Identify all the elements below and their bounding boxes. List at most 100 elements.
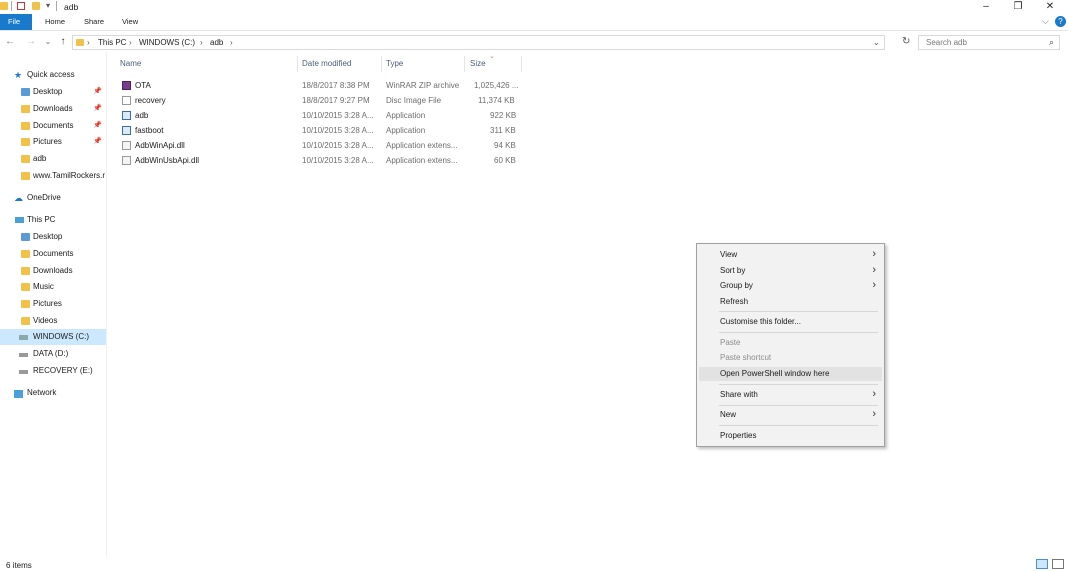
chevron-right-icon: › (872, 248, 876, 260)
menu-item-share-with[interactable]: Share with › (699, 388, 882, 402)
drive-icon (19, 335, 28, 340)
up-icon[interactable]: ↑ (57, 36, 69, 47)
sidebar-item-network[interactable]: Network (0, 385, 106, 401)
new-folder-quick-icon[interactable] (32, 2, 40, 10)
pane-splitter[interactable] (106, 52, 107, 557)
divider (56, 1, 57, 11)
column-header-date[interactable]: Date modified (302, 59, 351, 68)
breadcrumb-this-pc[interactable]: This PC (98, 38, 126, 47)
search-input[interactable]: Search adb ⌕ (918, 35, 1060, 50)
search-icon[interactable]: ⌕ (1049, 37, 1054, 48)
chevron-right-icon[interactable]: › (129, 38, 132, 47)
menu-item-label: Group by (720, 281, 753, 290)
chevron-right-icon[interactable]: › (87, 38, 90, 47)
menu-item-paste[interactable]: Paste (699, 336, 882, 350)
sidebar-item-label: Downloads (33, 266, 73, 275)
chevron-right-icon[interactable]: › (200, 38, 203, 47)
divider (11, 1, 12, 11)
menu-item-open-powershell[interactable]: Open PowerShell window here (699, 367, 882, 381)
sidebar-item-data-d[interactable]: DATA (D:) (0, 346, 106, 362)
recent-locations-icon[interactable]: ⌄ (42, 37, 54, 46)
sidebar-item-pc-downloads[interactable]: Downloads (0, 263, 106, 279)
column-divider[interactable] (464, 56, 465, 72)
documents-icon (21, 122, 30, 130)
column-divider[interactable] (521, 56, 522, 72)
tab-share[interactable]: Share (76, 14, 112, 30)
sidebar-item-windows-c[interactable]: WINDOWS (C:) (0, 329, 106, 345)
file-type: Application (386, 126, 426, 135)
chevron-down-icon[interactable]: ⌄ (873, 38, 880, 47)
forward-icon[interactable]: → (25, 36, 37, 47)
sidebar-item-desktop[interactable]: Desktop 📌 (0, 84, 106, 100)
pin-icon[interactable]: 📌 (93, 134, 102, 150)
pin-icon[interactable]: 📌 (93, 101, 102, 117)
sidebar-item-adb[interactable]: adb (0, 151, 106, 167)
sidebar-item-onedrive[interactable]: ☁ OneDrive (0, 190, 106, 206)
menu-item-label: Share with (720, 390, 758, 399)
sidebar-item-label: Music (33, 282, 54, 291)
menu-item-customise-folder[interactable]: Customise this folder... (699, 315, 882, 329)
sidebar-item-pc-desktop[interactable]: Desktop (0, 229, 106, 245)
zip-archive-icon (122, 81, 131, 90)
restore-icon[interactable]: ❐ (1006, 0, 1030, 14)
tab-view[interactable]: View (114, 14, 146, 30)
table-row[interactable]: AdbWinApi.dll 10/10/2015 3:28 A... Appli… (116, 138, 526, 153)
address-bar[interactable]: › This PC › WINDOWS (C:) › adb › ⌄ (72, 35, 885, 50)
details-view-icon[interactable] (1036, 559, 1048, 569)
menu-item-sort-by[interactable]: Sort by › (699, 264, 882, 278)
sidebar-item-downloads[interactable]: Downloads 📌 (0, 101, 106, 117)
back-icon[interactable]: ← (4, 36, 16, 47)
breadcrumb-adb[interactable]: adb (210, 38, 223, 47)
sidebar-item-pc-documents[interactable]: Documents (0, 246, 106, 262)
table-row[interactable]: fastboot 10/10/2015 3:28 A... Applicatio… (116, 123, 526, 138)
menu-item-view[interactable]: View › (699, 248, 882, 262)
menu-item-refresh[interactable]: Refresh (699, 295, 882, 309)
folder-icon (76, 39, 84, 46)
minimize-icon[interactable]: – (974, 0, 998, 14)
column-header-name[interactable]: Name (120, 59, 141, 68)
file-size: 311 KB (490, 126, 516, 135)
column-header-type[interactable]: Type (386, 59, 403, 68)
large-icons-view-icon[interactable] (1052, 559, 1064, 569)
sidebar-item-music[interactable]: Music (0, 279, 106, 295)
sidebar-item-videos[interactable]: Videos (0, 313, 106, 329)
close-icon[interactable]: ✕ (1038, 0, 1062, 14)
table-row[interactable]: adb 10/10/2015 3:28 A... Application 922… (116, 108, 526, 123)
sidebar-item-label: Documents (33, 121, 74, 130)
table-row[interactable]: OTA 18/8/2017 8:38 PM WinRAR ZIP archive… (116, 78, 526, 93)
chevron-right-icon[interactable]: › (230, 38, 233, 47)
column-divider[interactable] (381, 56, 382, 72)
sidebar-item-quick-access[interactable]: ★ Quick access (0, 67, 106, 83)
sidebar-item-documents[interactable]: Documents 📌 (0, 118, 106, 134)
desktop-icon (21, 88, 30, 96)
window-title: adb (64, 2, 79, 12)
help-icon[interactable]: ? (1055, 16, 1066, 27)
menu-item-group-by[interactable]: Group by › (699, 279, 882, 293)
customize-quick-access-icon[interactable]: ▾ (46, 1, 50, 10)
menu-item-properties[interactable]: Properties (699, 429, 882, 443)
menu-separator (719, 332, 878, 333)
sidebar-item-pictures[interactable]: Pictures 📌 (0, 134, 106, 150)
computer-icon (15, 217, 24, 223)
sidebar-item-tamilrockers[interactable]: www.TamilRockers.r (0, 168, 106, 184)
pictures-icon (21, 300, 30, 308)
pin-icon[interactable]: 📌 (93, 118, 102, 134)
menu-item-label: Open PowerShell window here (720, 369, 830, 378)
sidebar-item-this-pc[interactable]: This PC (0, 212, 106, 228)
menu-item-paste-shortcut[interactable]: Paste shortcut (699, 351, 882, 365)
column-header-size[interactable]: Size (470, 59, 486, 68)
table-row[interactable]: recovery 18/8/2017 9:27 PM Disc Image Fi… (116, 93, 526, 108)
menu-item-new[interactable]: New › (699, 408, 882, 422)
tab-home[interactable]: Home (37, 14, 73, 30)
context-menu: View › Sort by › Group by › Refresh Cust… (696, 243, 885, 447)
properties-quick-icon[interactable] (17, 2, 25, 10)
table-row[interactable]: AdbWinUsbApi.dll 10/10/2015 3:28 A... Ap… (116, 153, 526, 168)
pin-icon[interactable]: 📌 (93, 84, 102, 100)
sidebar-item-recovery-e[interactable]: RECOVERY (E:) (0, 363, 106, 379)
refresh-icon[interactable]: ↻ (902, 36, 910, 47)
column-divider[interactable] (297, 56, 298, 72)
sidebar-item-pc-pictures[interactable]: Pictures (0, 296, 106, 312)
tab-file[interactable]: File (0, 14, 32, 30)
breadcrumb-windows-c[interactable]: WINDOWS (C:) (139, 38, 195, 47)
expand-ribbon-icon[interactable]: ⌵ (1042, 16, 1049, 27)
